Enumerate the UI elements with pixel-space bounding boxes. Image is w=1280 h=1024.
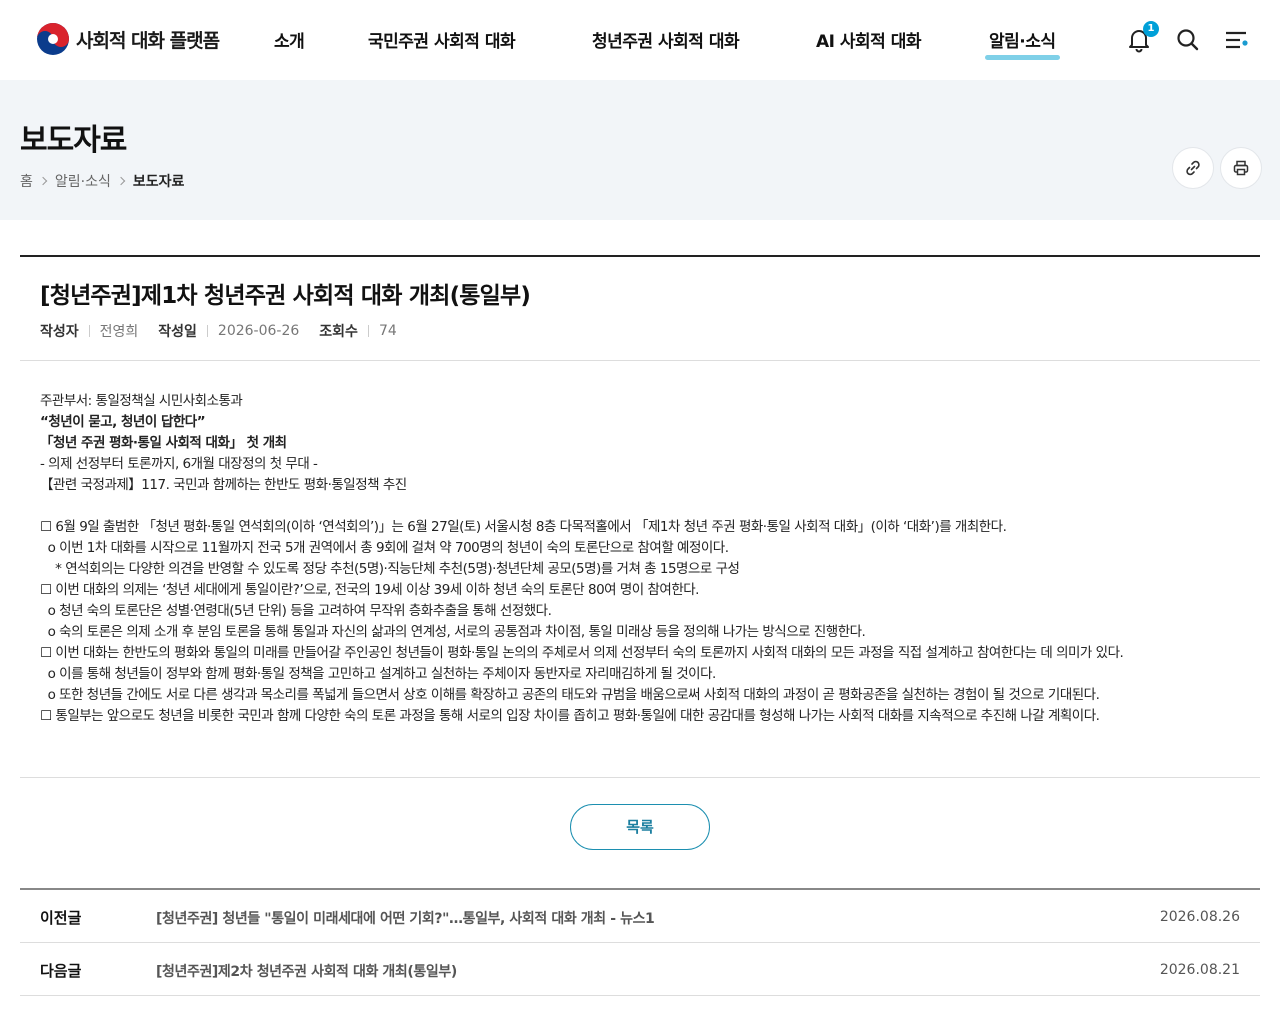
meta-divider xyxy=(206,325,208,337)
prev-post-date: 2026.08.26 xyxy=(1159,909,1240,925)
body-divider-line xyxy=(20,777,1260,778)
body-paragraph: o 또한 청년들 간에도 서로 다른 생각과 목소리를 폭넓게 들으면서 상호 … xyxy=(40,687,1100,703)
nav-item-youth-dialogue[interactable]: 청년주권 사회적 대화 xyxy=(592,27,740,52)
body-paragraph xyxy=(40,496,1240,517)
menu-icon[interactable] xyxy=(1224,27,1250,53)
copy-link-button[interactable] xyxy=(1172,147,1214,189)
breadcrumb-current: 보도자료 xyxy=(132,174,185,190)
author-value: 전영희 xyxy=(99,324,139,340)
body-paragraph: o 청년 숙의 토론단은 성별·연령대(5년 단위) 등을 고려하여 무작위 층… xyxy=(40,603,552,619)
nav-item-news[interactable]: 알림·소식 xyxy=(985,27,1060,60)
date-label: 작성일 xyxy=(158,324,197,340)
body-paragraph: 주관부서: 통일정책실 시민사회소통과 xyxy=(40,393,243,409)
article-body: 주관부서: 통일정책실 시민사회소통과 “청년이 묻고, 청년이 답한다” 「청년 … xyxy=(40,391,1240,727)
body-paragraph: 「청년 주권 평화·통일 사회적 대화」 첫 개최 xyxy=(40,435,287,451)
post-nav-bottom-divider xyxy=(20,995,1260,996)
prev-post-title-link[interactable]: [청년주권] 청년들 "통일이 미래세대에 어떤 기회?"…통일부, 사회적 대… xyxy=(156,908,655,928)
body-paragraph: ☐ 이번 대화의 의제는 ‘청년 세대에게 통일이란?’으로, 전국의 19세 … xyxy=(40,582,699,598)
body-paragraph: o 이를 통해 청년들이 정부와 함께 평화·통일 정책을 고민하고 설계하고 … xyxy=(40,666,717,682)
next-post-title-link[interactable]: [청년주권]제2차 청년주권 사회적 대화 개최(통일부) xyxy=(156,961,457,981)
site-logo[interactable]: 사회적 대화 플랫폼 xyxy=(36,22,220,56)
print-button[interactable] xyxy=(1220,147,1262,189)
search-icon[interactable] xyxy=(1175,27,1201,53)
date-value: 2026-06-26 xyxy=(217,323,300,339)
nav-item-citizen-dialogue[interactable]: 국민주권 사회적 대화 xyxy=(368,27,516,52)
nav-item-ai-dialogue[interactable]: AI 사회적 대화 xyxy=(816,27,922,52)
body-paragraph: ☐ 이번 대화는 한반도의 평화와 통일의 미래를 만들어갈 주인공인 청년들이… xyxy=(40,645,1124,661)
body-paragraph: ☐ 6월 9일 출범한 「청년 평화·통일 연석회의(이하 ‘연석회의’)」는 … xyxy=(40,519,1007,535)
prev-label: 이전글 xyxy=(40,909,82,927)
article-title: [청년주권]제1차 청년주권 사회적 대화 개최(통일부) xyxy=(40,283,531,309)
list-button[interactable]: 목록 xyxy=(570,804,710,850)
meta-divider xyxy=(367,325,369,337)
meta-divider xyxy=(88,325,90,337)
breadcrumb: 홈 알림·소식 보도자료 xyxy=(20,171,184,191)
chevron-right-icon xyxy=(38,176,48,186)
taegeuk-logo-icon xyxy=(37,23,69,55)
next-post-date: 2026.08.21 xyxy=(1159,962,1240,978)
next-label: 다음글 xyxy=(40,962,82,980)
body-paragraph: 【관련 국정과제】117. 국민과 함께하는 한반도 평화·통일정책 추진 xyxy=(40,477,407,493)
breadcrumb-home[interactable]: 홈 xyxy=(20,171,33,191)
body-paragraph: o 이번 1차 대화를 시작으로 11월까지 전국 5개 권역에서 총 9회에 … xyxy=(40,540,729,556)
logo-text: 사회적 대화 플랫폼 xyxy=(76,29,220,52)
body-paragraph: - 의제 선정부터 토론까지, 6개월 대장정의 첫 무대 - xyxy=(40,456,318,472)
body-paragraph: ☐ 통일부는 앞으로도 청년을 비롯한 국민과 함께 다양한 숙의 토론 과정을… xyxy=(40,708,1100,724)
page-title: 보도자료 xyxy=(20,123,127,158)
next-post-row[interactable]: 다음글 [청년주권]제2차 청년주권 사회적 대화 개최(통일부) 2026.0… xyxy=(20,943,1260,996)
meta-divider-line xyxy=(20,360,1260,361)
nav-item-intro[interactable]: 소개 xyxy=(274,27,305,52)
body-paragraph: * 연석회의는 다양한 의견을 반영할 수 있도록 정당 추천(5명)·직능단체… xyxy=(40,561,740,577)
author-label: 작성자 xyxy=(40,324,79,340)
site-header: 사회적 대화 플랫폼 소개 국민주권 사회적 대화 청년주권 사회적 대화 AI… xyxy=(0,0,1280,80)
article-meta: 작성자 전영희 작성일 2026-06-26 조회수 74 xyxy=(40,321,417,341)
body-paragraph: o 숙의 토론은 의제 소개 후 분임 토론을 통해 통일과 자신의 삶과의 연… xyxy=(40,624,866,640)
breadcrumb-news[interactable]: 알림·소식 xyxy=(55,171,111,191)
body-paragraph: “청년이 묻고, 청년이 답한다” xyxy=(40,414,206,430)
link-icon xyxy=(1186,160,1200,176)
views-value: 74 xyxy=(378,323,397,339)
notification-badge: 1 xyxy=(1143,21,1159,37)
chevron-right-icon xyxy=(116,176,126,186)
prev-post-row[interactable]: 이전글 [청년주권] 청년들 "통일이 미래세대에 어떤 기회?"…통일부, 사… xyxy=(20,890,1260,943)
page-head xyxy=(0,80,1280,220)
views-label: 조회수 xyxy=(319,324,358,340)
printer-icon xyxy=(1233,160,1249,176)
article-top-divider xyxy=(20,255,1260,257)
